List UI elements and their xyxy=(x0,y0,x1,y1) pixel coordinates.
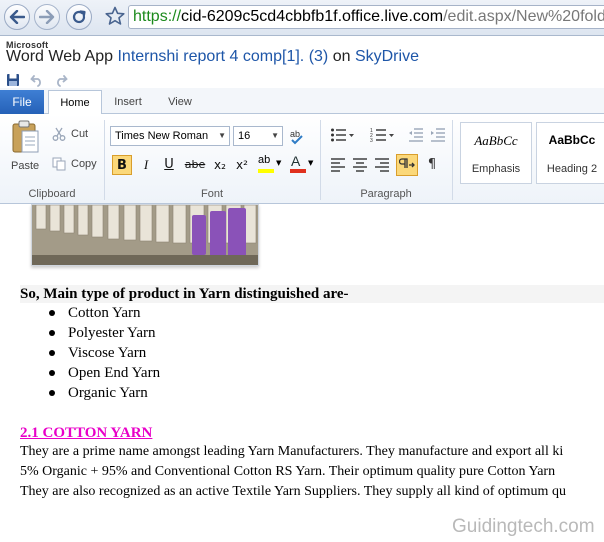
product-types-heading: So, Main type of product in Yarn disting… xyxy=(20,285,604,303)
numbering-icon[interactable]: 1 2 3 xyxy=(370,127,396,143)
highlight-color-swatch xyxy=(258,169,274,173)
svg-text:ab: ab xyxy=(290,129,300,139)
highlight-button[interactable]: ab ▼ xyxy=(256,154,284,176)
bullets-icon[interactable] xyxy=(330,127,356,143)
app-name: Word Web App xyxy=(6,48,114,65)
cut-button[interactable]: Cut xyxy=(52,126,88,142)
subscript-button[interactable]: x₂ xyxy=(210,155,230,175)
copy-label: Copy xyxy=(71,158,97,170)
svg-text:3: 3 xyxy=(370,138,373,143)
yarn-bobbins-image xyxy=(31,204,259,266)
font-name-select[interactable]: Times New Roman ▼ xyxy=(110,126,230,146)
url-path: /edit.aspx/New%20folder/ xyxy=(443,8,604,25)
copy-button[interactable]: Copy xyxy=(52,156,97,172)
tab-home[interactable]: Home xyxy=(48,90,102,115)
list-item: Viscose Yarn xyxy=(47,343,160,363)
body-paragraph-line: 5% Organic + 95% and Conventional Cotton… xyxy=(20,464,556,479)
chevron-down-icon: ▼ xyxy=(276,159,282,167)
left-to-right-icon xyxy=(399,158,415,168)
ribbon-home: Paste Cut Copy Clipboard Times New Roman… xyxy=(0,114,604,204)
align-center-icon[interactable] xyxy=(352,158,368,172)
style-sample: AaBbCc xyxy=(548,133,596,147)
list-item: Organic Yarn xyxy=(47,383,160,403)
body-paragraph-line: They are a prime name amongst leading Ya… xyxy=(20,444,564,459)
font-group-label: Font xyxy=(200,188,223,200)
font-color-swatch xyxy=(290,169,306,173)
style-name: Emphasis xyxy=(471,163,521,175)
cut-label: Cut xyxy=(71,128,89,140)
italic-button[interactable]: I xyxy=(136,155,156,175)
forward-arrow-icon xyxy=(39,10,55,24)
chevron-down-icon: ▼ xyxy=(308,159,314,167)
back-button[interactable] xyxy=(4,4,30,30)
url-scheme: https:// xyxy=(133,8,182,25)
ribbon-tabs: File Home Insert View xyxy=(0,88,604,115)
product-bullet-list: Cotton Yarn Polyester Yarn Viscose Yarn … xyxy=(47,303,160,403)
strikethrough-button[interactable]: abe xyxy=(182,155,208,175)
chevron-down-icon: ▼ xyxy=(271,131,279,140)
reload-button[interactable] xyxy=(66,4,92,30)
scissors-icon xyxy=(52,127,66,141)
yarn-photo-graphic xyxy=(32,204,258,265)
app-title: Word Web App Internshi report 4 comp[1].… xyxy=(6,48,419,66)
style-emphasis[interactable]: AaBbCc Emphasis xyxy=(460,122,532,184)
ltr-paragraph-button[interactable] xyxy=(396,154,418,176)
bookmark-star-icon[interactable] xyxy=(105,6,125,26)
highlight-label: ab xyxy=(258,154,271,166)
quick-access-toolbar xyxy=(6,72,68,88)
underline-button[interactable]: U xyxy=(159,155,179,175)
font-color-label: A xyxy=(291,153,301,169)
paragraph-mark-icon: ¶ xyxy=(427,157,437,172)
tab-view[interactable]: View xyxy=(156,90,204,114)
document-title-link[interactable]: Internshi report 4 comp[1]. (3) xyxy=(117,48,328,65)
paste-button[interactable]: Paste xyxy=(6,120,44,178)
font-name-value: Times New Roman xyxy=(115,130,209,142)
superscript-button[interactable]: x² xyxy=(232,155,252,175)
url-host: cid-6209c5cd4cbbfb1f.office.live.com xyxy=(181,8,444,25)
increase-indent-icon[interactable] xyxy=(430,127,446,143)
ribbon-separator xyxy=(452,120,453,200)
clipboard-group-label: Clipboard xyxy=(28,188,76,200)
section-title: 2.1 COTTON YARN xyxy=(20,425,153,441)
font-size-value: 16 xyxy=(238,130,251,142)
body-paragraph-line: They are also recognized as an active Te… xyxy=(20,484,566,499)
paste-label: Paste xyxy=(11,160,40,172)
style-heading-2[interactable]: AaBbCc Heading 2 xyxy=(536,122,604,184)
style-name: Heading 2 xyxy=(546,163,598,175)
align-right-icon[interactable] xyxy=(374,158,390,172)
address-bar[interactable]: https://cid-6209c5cd4cbbfb1f.office.live… xyxy=(128,5,604,29)
tab-file[interactable]: File xyxy=(0,90,44,114)
forward-button[interactable] xyxy=(34,4,60,30)
list-item: Open End Yarn xyxy=(47,363,160,383)
font-color-button[interactable]: A ▼ xyxy=(288,153,316,176)
skydrive-link[interactable]: SkyDrive xyxy=(355,48,419,65)
spell-check-icon[interactable]: ab xyxy=(288,126,308,146)
site-watermark: Guidingtech.com xyxy=(452,516,595,537)
style-sample: AaBbCc xyxy=(474,133,518,148)
tab-insert[interactable]: Insert xyxy=(104,90,152,114)
undo-icon[interactable] xyxy=(30,73,44,87)
browser-toolbar: https://cid-6209c5cd4cbbfb1f.office.live… xyxy=(0,0,604,36)
decrease-indent-icon[interactable] xyxy=(408,127,424,143)
document-canvas[interactable]: So, Main type of product in Yarn disting… xyxy=(0,204,604,542)
copy-icon xyxy=(52,157,66,171)
on-label: on xyxy=(332,48,351,65)
bold-button[interactable]: B xyxy=(112,155,132,175)
list-item: Cotton Yarn xyxy=(47,303,160,323)
redo-icon[interactable] xyxy=(54,73,68,87)
save-icon[interactable] xyxy=(6,73,20,87)
back-arrow-icon xyxy=(9,10,25,24)
rtl-paragraph-button[interactable]: ¶ xyxy=(422,156,442,176)
paragraph-group-label: Paragraph xyxy=(360,188,412,200)
list-item: Polyester Yarn xyxy=(47,323,160,343)
paste-icon xyxy=(12,120,39,153)
app-header: Microsoft Word Web App Internshi report … xyxy=(0,36,604,88)
reload-icon xyxy=(72,10,86,24)
font-size-select[interactable]: 16 ▼ xyxy=(233,126,283,146)
align-left-icon[interactable] xyxy=(330,158,346,172)
chevron-down-icon: ▼ xyxy=(218,131,226,140)
